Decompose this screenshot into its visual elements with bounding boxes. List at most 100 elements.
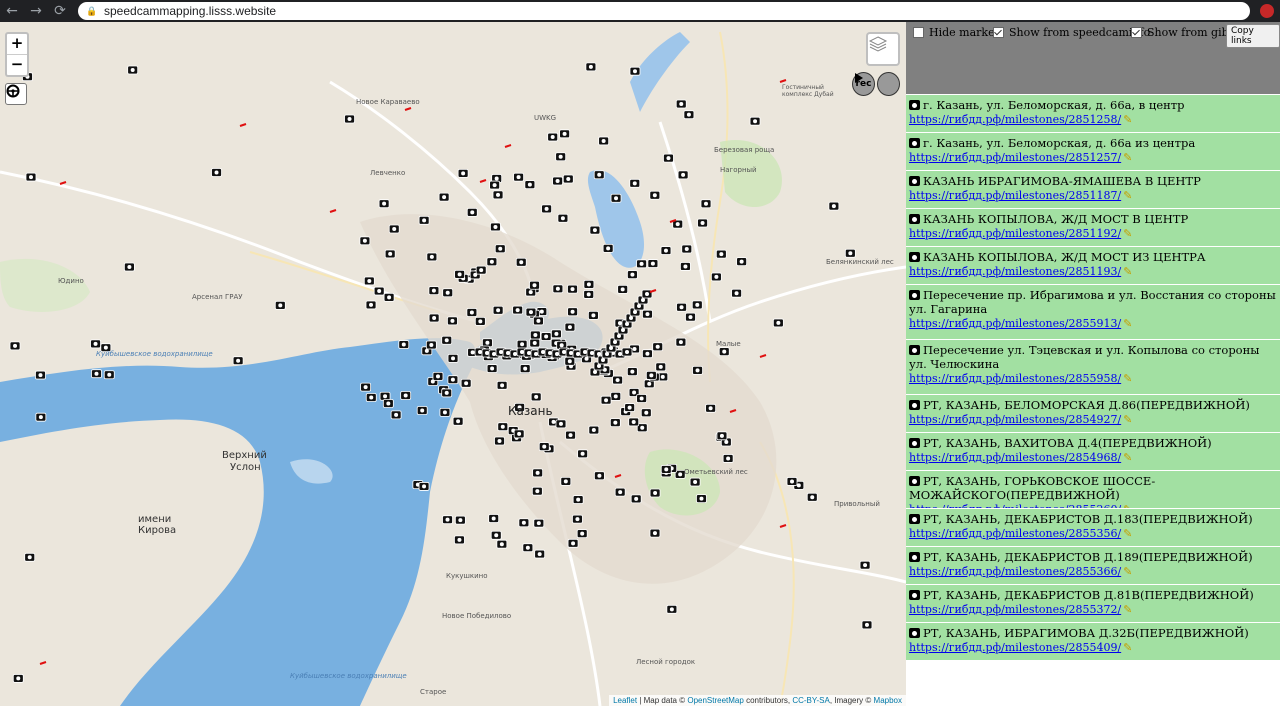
filter-controls: Hide marked Show from speedcaminfo Show … [906, 22, 1280, 94]
edit-pencil-icon[interactable]: ✎ [1123, 227, 1132, 241]
osm-link[interactable]: OpenStreetMap [687, 696, 743, 705]
label-privolniy: Привольный [834, 500, 880, 508]
camera-icon [909, 290, 920, 300]
camera-list-item[interactable]: РТ, КАЗАНЬ, ГОРЬКОВСКОЕ ШОССЕ-МОЖАЙСКОГО… [906, 470, 1280, 508]
label-imeni-2: Кирова [138, 525, 177, 536]
reload-icon[interactable]: ⟳ [48, 3, 72, 19]
camera-list-item[interactable]: РТ, КАЗАНЬ, ИБРАГИМОВА Д.32Б(ПЕРЕДВИЖНОЙ… [906, 622, 1280, 660]
address-bar[interactable]: 🔒 speedcammapping.lisss.website [78, 2, 1250, 20]
camera-icon [909, 628, 920, 638]
show-speedcaminfo-checkbox[interactable] [993, 27, 1004, 38]
edit-pencil-icon[interactable]: ✎ [1123, 503, 1132, 508]
camera-list-item[interactable]: КАЗАНЬ КОПЫЛОВА, Ж/Д МОСТ В ЦЕНТР https:/… [906, 208, 1280, 246]
label-belyankinsky: Белянкинский лес [826, 258, 894, 266]
mapbox-link[interactable]: Mapbox [874, 696, 902, 705]
edit-pencil-icon[interactable]: ✎ [1123, 151, 1132, 165]
edit-pencil-icon[interactable]: ✎ [1123, 641, 1132, 655]
show-gibdd-checkbox[interactable] [1131, 27, 1142, 38]
camera-title: РТ, КАЗАНЬ, БЕЛОМОРСКАЯ Д.86(ПЕРЕДВИЖНОЙ… [923, 398, 1250, 412]
edit-pencil-icon[interactable]: ✎ [1123, 603, 1132, 617]
label-starye: Старое [420, 688, 447, 696]
edit-pencil-icon[interactable]: ✎ [1123, 372, 1132, 386]
camera-icon [909, 138, 920, 148]
label-kukushkino: Кукушкино [446, 572, 488, 580]
camera-link[interactable]: https://гибдд.рф/milestones/2855958/ [909, 372, 1121, 385]
camera-link[interactable]: https://гибдд.рф/milestones/2851192/ [909, 227, 1121, 240]
camera-link[interactable]: https://гибдд.рф/milestones/2851193/ [909, 265, 1121, 278]
steering-wheel-icon[interactable] [5, 83, 27, 105]
map-tiles [0, 31, 906, 706]
zoom-out-button[interactable]: − [7, 54, 27, 75]
label-verkhniy-1: Верхний [222, 450, 267, 461]
camera-link[interactable]: https://гибдд.рф/milestones/2855913/ [909, 317, 1121, 330]
camera-list-item[interactable]: РТ, КАЗАНЬ, ВАХИТОВА Д.4(ПЕРЕДВИЖНОЙ) htt… [906, 432, 1280, 470]
camera-list-item[interactable]: КАЗАНЬ ИБРАГИМОВА-ЯМАШЕВА В ЦЕНТР https:/… [906, 170, 1280, 208]
label-yudino: Юдино [58, 277, 84, 285]
camera-list-item[interactable]: КАЗАНЬ КОПЫЛОВА, Ж/Д МОСТ ИЗ ЦЕНТРА https… [906, 246, 1280, 284]
edit-pencil-icon[interactable]: ✎ [1123, 265, 1132, 279]
copy-links-button[interactable]: Copy links [1226, 24, 1280, 48]
camera-link[interactable]: https://гибдд.рф/milestones/2851257/ [909, 151, 1121, 164]
label-levchenko: Левченко [370, 169, 406, 177]
label-verkhniy-2: Услон [230, 462, 261, 473]
hide-marked-checkbox[interactable] [913, 27, 924, 38]
camera-link[interactable]: https://гибдд.рф/milestones/2855409/ [909, 641, 1121, 654]
edit-pencil-icon[interactable]: ✎ [1123, 189, 1132, 203]
edit-pencil-icon[interactable]: ✎ [1123, 527, 1132, 541]
camera-link[interactable]: https://гибдд.рф/milestones/2854968/ [909, 451, 1121, 464]
extension-icon[interactable] [1256, 2, 1278, 20]
camera-list-item[interactable]: Пересечение ул. Тэцевская и ул. Копылова… [906, 339, 1280, 394]
camera-list-panel: Hide marked Show from speedcaminfo Show … [906, 22, 1280, 706]
edit-pencil-icon[interactable]: ✎ [1123, 113, 1132, 127]
camera-link[interactable]: https://гибдд.рф/milestones/2854927/ [909, 413, 1121, 426]
layers-icon[interactable] [866, 32, 900, 66]
edit-pencil-icon[interactable]: ✎ [1123, 565, 1132, 579]
edit-pencil-icon[interactable]: ✎ [1123, 317, 1132, 331]
camera-link[interactable]: https://гибдд.рф/milestones/2855366/ [909, 565, 1121, 578]
camera-list-item[interactable]: г. Казань, ул. Беломорская, д. 66а, в це… [906, 94, 1280, 132]
label-novoe-karavaevo: Новое Караваево [356, 98, 420, 106]
hide-marked-option[interactable]: Hide marked [913, 26, 1002, 39]
label-kuibyshev-res-2: Куйбышевское водохранилище [290, 672, 407, 680]
camera-list-item[interactable]: Пересечение пр. Ибрагимова и ул. Восстан… [906, 284, 1280, 339]
camera-link[interactable]: https://гибдд.рф/milestones/2855356/ [909, 527, 1121, 540]
edit-pencil-icon[interactable]: ✎ [1123, 451, 1132, 465]
camera-link[interactable]: https://гибдд.рф/milestones/2855372/ [909, 603, 1121, 616]
camera-icon [909, 476, 920, 486]
camera-link[interactable]: https://гибдд.рф/milestones/2855260/ [909, 503, 1121, 508]
play-icon[interactable] [855, 72, 900, 96]
camera-title: КАЗАНЬ КОПЫЛОВА, Ж/Д МОСТ В ЦЕНТР [923, 212, 1189, 226]
map-attribution: Leaflet | Map data © OpenStreetMap contr… [609, 695, 906, 706]
leaflet-link[interactable]: Leaflet [613, 696, 637, 705]
label-lesnoy: Лесной городок [636, 658, 696, 666]
camera-link[interactable]: https://гибдд.рф/milestones/2851187/ [909, 189, 1121, 202]
back-icon[interactable]: ← [0, 3, 24, 19]
camera-icon [909, 214, 920, 224]
camera-title: КАЗАНЬ КОПЫЛОВА, Ж/Д МОСТ ИЗ ЦЕНТРА [923, 250, 1206, 264]
label-nagorny: Нагорный [720, 166, 757, 174]
zoom-in-button[interactable]: + [7, 34, 27, 54]
map-view[interactable]: Казань Верхний Услон имени Кирова Новое … [0, 22, 906, 706]
license-link[interactable]: CC-BY-SA [792, 696, 830, 705]
recording-controls: rec [852, 72, 900, 96]
camera-list-item[interactable]: РТ, КАЗАНЬ, ДЕКАБРИСТОВ Д.81В(ПЕРЕДВИЖНО… [906, 584, 1280, 622]
label-uwkg: UWKG [534, 114, 557, 122]
camera-title: г. Казань, ул. Беломорская, д. 66а из це… [923, 136, 1196, 150]
camera-icon [909, 100, 920, 110]
edit-pencil-icon[interactable]: ✎ [1123, 413, 1132, 427]
camera-list-item[interactable]: РТ, КАЗАНЬ, ДЕКАБРИСТОВ Д.189(ПЕРЕДВИЖНО… [906, 546, 1280, 584]
camera-list-item[interactable]: г. Казань, ул. Беломорская, д. 66а из це… [906, 132, 1280, 170]
camera-title: РТ, КАЗАНЬ, ГОРЬКОВСКОЕ ШОССЕ-МОЖАЙСКОГО… [909, 474, 1156, 502]
forward-icon[interactable]: → [24, 3, 48, 19]
camera-icon [909, 552, 920, 562]
camera-title: Пересечение пр. Ибрагимова и ул. Восстан… [909, 288, 1276, 316]
label-kazan: Казань [508, 404, 553, 418]
camera-list-item[interactable]: РТ, КАЗАНЬ, БЕЛОМОРСКАЯ Д.86(ПЕРЕДВИЖНОЙ… [906, 394, 1280, 432]
camera-list-item[interactable]: РТ, КАЗАНЬ, ДЕКАБРИСТОВ Д.183(ПЕРЕДВИЖНО… [906, 508, 1280, 546]
camera-icon [909, 252, 920, 262]
show-speedcaminfo-option[interactable]: Show from speedcaminfo [993, 26, 1150, 39]
camera-icon [909, 514, 920, 524]
camera-title: РТ, КАЗАНЬ, ВАХИТОВА Д.4(ПЕРЕДВИЖНОЙ) [923, 436, 1212, 450]
camera-title: РТ, КАЗАНЬ, ДЕКАБРИСТОВ Д.81В(ПЕРЕДВИЖНО… [923, 588, 1254, 602]
camera-link[interactable]: https://гибдд.рф/milestones/2851258/ [909, 113, 1121, 126]
